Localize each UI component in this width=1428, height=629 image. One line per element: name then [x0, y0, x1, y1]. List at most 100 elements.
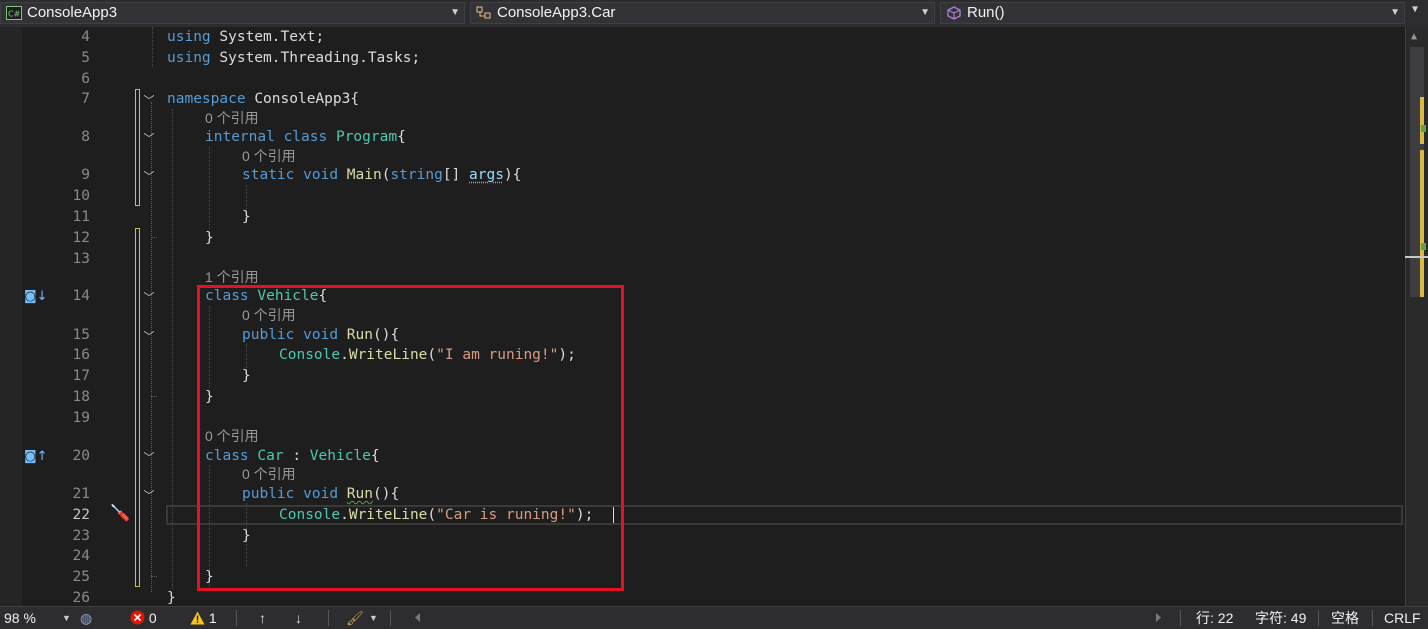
punct: .: [359, 50, 368, 66]
arrow-up-icon[interactable]: ↑: [259, 607, 266, 629]
separator: [1180, 610, 1181, 626]
change-indicator: [135, 228, 140, 587]
namespace-name: ConsoleApp3{: [254, 91, 360, 107]
kw-static: static: [242, 167, 295, 183]
line-number: 16: [72, 347, 90, 363]
punct: ;: [411, 50, 421, 66]
class-dropdown[interactable]: ConsoleApp3.Car ▼: [470, 2, 935, 24]
svg-text:C#: C#: [8, 10, 21, 19]
error-icon: [130, 610, 145, 625]
ident: System: [219, 50, 272, 66]
line-number: 24: [72, 548, 90, 564]
kw-internal: internal: [205, 129, 275, 145]
class-icon: [476, 6, 491, 19]
status-bar: 98 % ▼ ◍ 0 1 ↑ ↓ 🖌 ▼ 行: 22 字符: 49 空格 CRL…: [0, 606, 1428, 629]
line-number: 25: [72, 569, 90, 585]
brush-icon[interactable]: 🖌: [346, 607, 364, 629]
member-dropdown-label: Run(): [967, 4, 1005, 21]
punct: .: [271, 29, 281, 45]
indent-guide: [152, 27, 153, 67]
line-number: 15: [72, 327, 90, 343]
code-lens-references[interactable]: 1 个引用: [205, 268, 259, 286]
scrollbar-marker: [1421, 243, 1426, 250]
code-lens-references[interactable]: 0 个引用: [205, 109, 259, 127]
collapse-vehicle-toggle[interactable]: ﹀: [143, 289, 155, 305]
kw-using: using: [167, 50, 211, 66]
health-icon[interactable]: ◍: [80, 607, 92, 629]
horizontal-scrollbar[interactable]: [412, 611, 1172, 624]
code-line-4[interactable]: using System.Text;: [167, 27, 324, 47]
kw-using: using: [167, 29, 211, 45]
indentation-indicator[interactable]: 空格: [1331, 607, 1359, 629]
code-line-5[interactable]: using System.Threading.Tasks;: [167, 48, 420, 68]
vertical-scrollbar[interactable]: ▲: [1405, 27, 1428, 606]
separator: [236, 610, 237, 626]
chevron-down-icon: ▼: [450, 7, 460, 18]
punct: {: [397, 129, 406, 145]
screwdriver-icon[interactable]: 🪛: [110, 503, 130, 522]
errors-indicator[interactable]: 0: [130, 607, 157, 629]
ident: Tasks: [367, 50, 412, 66]
code-line-11[interactable]: }: [242, 207, 251, 227]
separator: [390, 610, 391, 626]
kw-class: class: [283, 129, 328, 145]
line-number: 12: [72, 230, 90, 246]
member-dropdown[interactable]: Run() ▼: [940, 2, 1405, 24]
chevron-down-icon: ▼: [920, 7, 930, 18]
line-number: 18: [72, 389, 90, 405]
line-number: 5: [81, 50, 90, 66]
kw-namespace: namespace: [167, 91, 246, 107]
navbar-overflow-arrow[interactable]: ▼: [1412, 4, 1418, 15]
line-number: 14: [72, 288, 90, 304]
code-line-8[interactable]: internal class Program{: [205, 127, 406, 147]
line-number: 20: [72, 448, 90, 464]
line-number: 23: [72, 528, 90, 544]
warnings-indicator[interactable]: 1: [190, 607, 217, 629]
method-icon: [947, 6, 961, 20]
outline-end-tick: [151, 237, 157, 238]
ident: Threading: [280, 50, 360, 66]
chevron-down-icon[interactable]: ▼: [62, 607, 71, 629]
code-line-12[interactable]: }: [205, 228, 214, 248]
line-indicator[interactable]: 行: 22: [1196, 607, 1233, 629]
change-indicator: [135, 89, 140, 206]
code-line-7[interactable]: namespace ConsoleApp3{: [167, 89, 359, 109]
project-dropdown[interactable]: C# ConsoleApp3 ▼: [0, 2, 465, 24]
code-line-26[interactable]: }: [167, 588, 176, 606]
column-indicator[interactable]: 字符: 49: [1255, 607, 1306, 629]
line-ending-indicator[interactable]: CRLF: [1384, 607, 1421, 629]
code-lens-references[interactable]: 0 个引用: [242, 147, 296, 165]
collapse-vehicle-run-toggle[interactable]: ﹀: [143, 328, 155, 344]
navigation-bar: C# ConsoleApp3 ▼ ConsoleApp3.Car ▼ Run()…: [0, 0, 1428, 28]
line-number: 6: [81, 71, 90, 87]
line-number: 8: [81, 129, 90, 145]
chevron-down-icon: ▼: [1390, 7, 1400, 18]
chevron-down-icon[interactable]: ▼: [369, 607, 378, 629]
scrollbar-change-marker: [1420, 97, 1424, 144]
code-editor[interactable]: ◙↓ ◙↑ 4 5 6 7 8 9 10 11 12 13 14 15 16 1…: [0, 27, 1428, 606]
param-name: args: [469, 167, 504, 183]
line-number: 7: [81, 91, 90, 107]
project-dropdown-label: ConsoleApp3: [27, 4, 118, 21]
collapse-car-run-toggle[interactable]: ﹀: [143, 487, 155, 503]
collapse-namespace-toggle[interactable]: ﹀: [143, 92, 155, 108]
separator: [328, 610, 329, 626]
line-number: 11: [72, 209, 90, 225]
zoom-level[interactable]: 98 %: [4, 607, 36, 629]
chevron-up-icon[interactable]: ▲: [1411, 31, 1417, 42]
class-dropdown-label: ConsoleApp3.Car: [497, 4, 616, 21]
punct: []: [442, 167, 470, 183]
outline-end-tick: [151, 396, 157, 397]
punct: }: [205, 230, 214, 246]
ident: Text: [280, 29, 316, 45]
line-number: 17: [72, 368, 90, 384]
collapse-main-toggle[interactable]: ﹀: [143, 168, 155, 184]
collapse-program-toggle[interactable]: ﹀: [143, 130, 155, 146]
punct: .: [271, 50, 281, 66]
outline-end-tick: [151, 576, 157, 577]
code-line-9[interactable]: static void Main(string[] args){: [242, 165, 521, 185]
line-number: 19: [72, 410, 90, 426]
line-number-current: 22: [72, 507, 90, 523]
arrow-down-icon[interactable]: ↓: [295, 607, 302, 629]
collapse-car-toggle[interactable]: ﹀: [143, 449, 155, 465]
